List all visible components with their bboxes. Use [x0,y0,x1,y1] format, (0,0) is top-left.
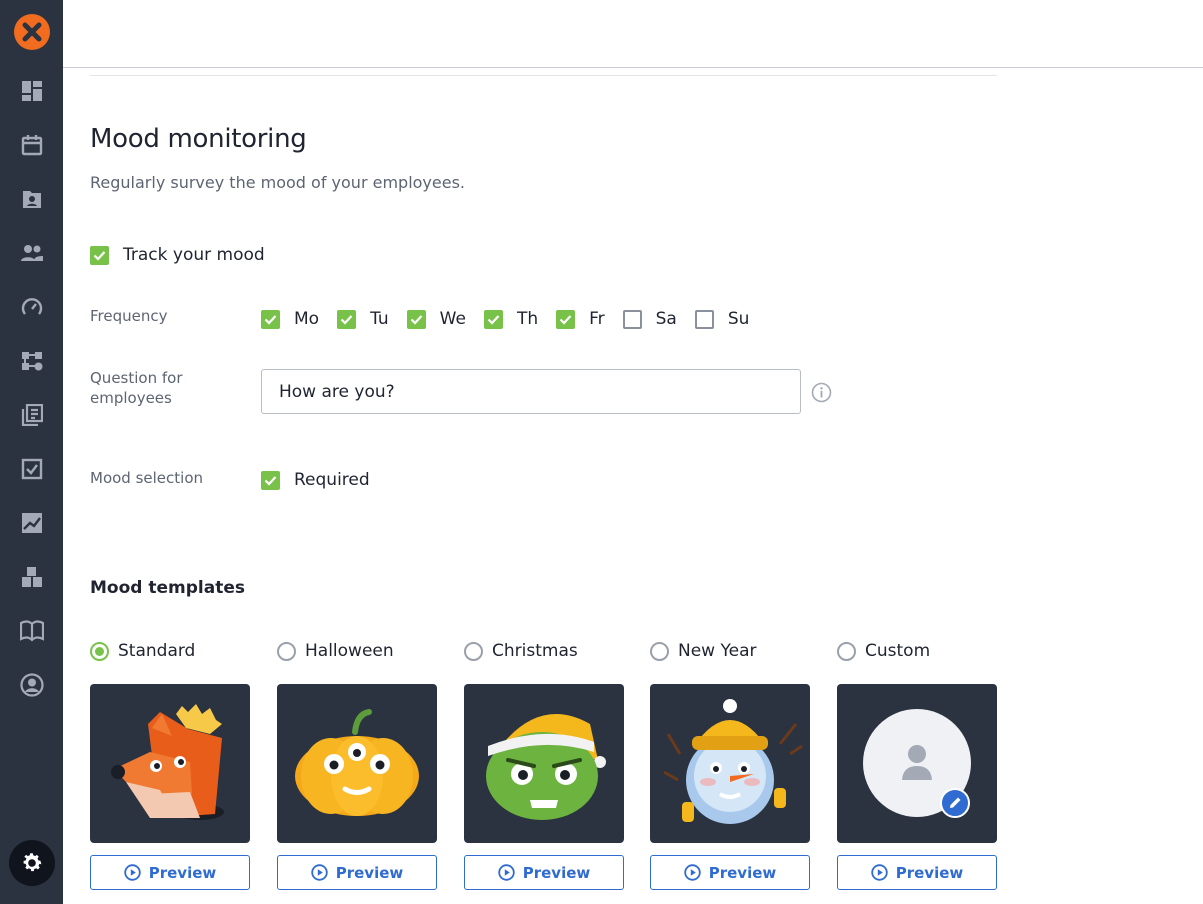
template-label: Standard [118,641,196,661]
day-checkbox-mo[interactable]: Mo [261,309,319,329]
play-circle-icon [684,864,701,881]
contact-card-icon[interactable] [17,184,47,214]
checkbox-unchecked-icon [694,309,714,329]
preview-label: Preview [148,863,217,882]
account-icon[interactable] [17,670,47,700]
dashboard-icon[interactable] [17,76,47,106]
checkbox-checked-icon [483,309,503,329]
day-checkbox-th[interactable]: Th [483,309,539,329]
avatar-placeholder-icon [863,709,971,817]
preview-label: Preview [708,863,777,882]
gauge-icon[interactable] [17,292,47,322]
template-image-custom[interactable] [837,684,997,843]
radio-new-year[interactable]: New Year [650,640,810,662]
play-circle-icon [311,864,328,881]
template-halloween: Halloween Preview [277,640,437,890]
day-label: We [439,309,466,329]
sidebar [0,0,63,904]
required-label: Required [294,470,370,490]
template-image-fox [90,684,250,843]
template-new-year: New Year Preview [650,640,810,890]
section-divider [90,75,997,76]
inventory-icon[interactable] [17,562,47,592]
question-input[interactable] [261,369,801,414]
day-label: Mo [294,309,320,329]
day-label: Sa [655,309,677,329]
question-label: Question for employees [90,369,183,407]
checkbox-checked-icon [556,309,576,329]
page-title: Mood monitoring [90,124,307,154]
day-label: Tu [370,309,389,329]
day-checkbox-tu[interactable]: Tu [337,309,389,329]
radio-icon [464,641,483,661]
radio-icon [837,641,856,661]
play-circle-icon [498,864,515,881]
day-checkbox-fr[interactable]: Fr [556,309,605,329]
template-label: Halloween [305,641,394,661]
snowman-mood-icon [663,699,803,824]
play-circle-icon [871,864,888,881]
checkbox-checked-icon [406,309,426,329]
preview-button[interactable]: Preview [90,855,250,890]
frequency-days: Mo Tu We Th Fr Sa Su [261,309,767,329]
radio-custom[interactable]: Custom [837,640,997,662]
workflow-icon[interactable] [17,346,47,376]
page-subtitle: Regularly survey the mood of your employ… [90,173,466,192]
preview-button[interactable]: Preview [650,855,810,890]
template-image-snowman [650,684,810,843]
edit-pencil-icon[interactable] [940,788,970,818]
logo-icon[interactable] [14,14,50,50]
calendar-icon[interactable] [17,130,47,160]
play-circle-icon [124,864,141,881]
preview-button[interactable]: Preview [277,855,437,890]
radio-icon [650,641,669,661]
preview-button[interactable]: Preview [837,855,997,890]
template-image-pumpkin [277,684,437,843]
track-mood-checkbox[interactable]: Track your mood [90,245,265,265]
preview-label: Preview [335,863,404,882]
radio-icon [277,641,296,661]
template-standard: Standard Preview [90,640,250,890]
checkbox-checked-icon [261,470,280,490]
template-custom: Custom Preview [837,640,997,890]
required-checkbox[interactable]: Required [261,470,370,490]
checkbox-checked-icon [90,245,109,265]
settings-gear-icon[interactable] [9,840,55,886]
template-label: Custom [865,641,931,661]
grinch-mood-icon [486,714,606,820]
people-icon[interactable] [17,238,47,268]
info-icon[interactable] [811,382,832,403]
top-bar [63,0,1203,68]
preview-button[interactable]: Preview [464,855,624,890]
preview-label: Preview [522,863,591,882]
day-label: Su [727,309,750,329]
checkbox-checked-icon [261,309,280,329]
task-check-icon[interactable] [17,454,47,484]
preview-label: Preview [895,863,964,882]
day-checkbox-su[interactable]: Su [694,309,750,329]
day-checkbox-we[interactable]: We [406,309,466,329]
mood-templates-title: Mood templates [90,578,245,598]
pumpkin-mood-icon [295,709,419,816]
template-christmas: Christmas Preview [464,640,624,890]
chart-icon[interactable] [17,508,47,538]
radio-standard[interactable]: Standard [90,640,250,662]
day-label: Th [516,309,539,329]
track-mood-label: Track your mood [123,245,265,265]
day-checkbox-sa[interactable]: Sa [622,309,677,329]
day-label: Fr [589,309,605,329]
fox-mood-icon [111,704,224,820]
frequency-label: Frequency [90,307,168,325]
mood-selection-label: Mood selection [90,469,204,487]
template-label: Christmas [492,641,578,661]
checkbox-checked-icon [337,309,357,329]
template-image-grinch [464,684,624,843]
library-icon[interactable] [17,400,47,430]
radio-icon [90,641,109,661]
book-icon[interactable] [17,616,47,646]
template-label: New Year [678,641,757,661]
radio-christmas[interactable]: Christmas [464,640,624,662]
radio-halloween[interactable]: Halloween [277,640,437,662]
checkbox-unchecked-icon [622,309,642,329]
